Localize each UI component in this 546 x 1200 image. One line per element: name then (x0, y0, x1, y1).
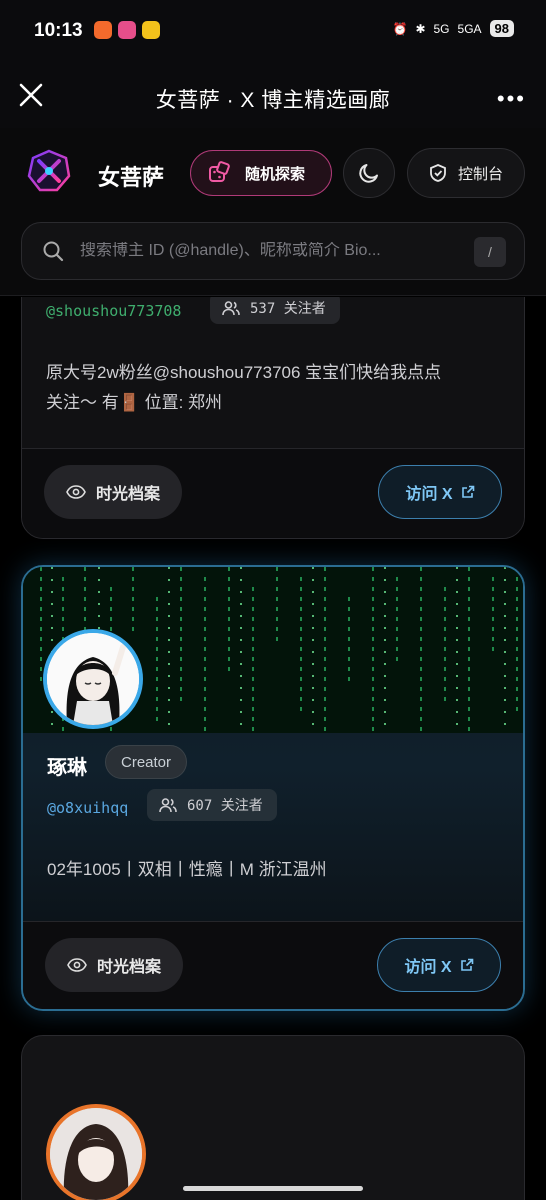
creator-handle[interactable]: @shoushou773708 (46, 302, 181, 320)
archive-button[interactable]: 时光档案 (44, 465, 182, 519)
archive-label: 时光档案 (97, 959, 162, 976)
followers-count: 537 关注者 (250, 301, 326, 317)
signal-icon: 5GA (457, 21, 482, 36)
followers-count: 607 关注者 (187, 798, 263, 814)
status-bar: 10:13 ⏰ ✱ 5G 5GA 98 (0, 0, 546, 64)
avatar-illustration (50, 1108, 142, 1200)
users-icon (159, 798, 177, 813)
app-notification-icon (142, 21, 160, 39)
console-button[interactable]: 控制台 (407, 148, 525, 198)
search-input[interactable] (80, 242, 420, 260)
creator-name: 琢琳 (47, 757, 87, 779)
creator-bio: 02年1005丨双相丨性瘾丨M 浙江温州 (47, 860, 327, 879)
card-footer: 时光档案 访问 X (22, 448, 524, 538)
page-title: 女菩萨 · X 博主精选画廊 (155, 89, 391, 112)
more-options-icon[interactable]: ••• (497, 86, 526, 112)
search-shortcut-hint: / (474, 237, 506, 267)
creator-handle[interactable]: @o8xuihqq (47, 799, 128, 817)
visit-x-button[interactable]: 访问 X (378, 465, 502, 519)
creator-card (21, 1035, 525, 1200)
home-indicator[interactable] (183, 1186, 363, 1191)
random-explore-label: 随机探索 (245, 165, 306, 183)
status-indicators: ⏰ ✱ 5G 5GA 98 (392, 20, 514, 37)
users-icon (222, 301, 240, 316)
eye-icon (67, 958, 87, 972)
visit-x-button[interactable]: 访问 X (377, 938, 501, 992)
creator-card: @shoushou773708 537 关注者 原大号2w粉丝@shoushou… (21, 297, 525, 539)
external-link-icon (461, 485, 474, 498)
creator-list[interactable]: @shoushou773708 537 关注者 原大号2w粉丝@shoushou… (0, 297, 546, 1200)
app-notification-icon (94, 21, 112, 39)
visit-label: 访问 X (404, 959, 452, 976)
bluetooth-icon: ✱ (415, 21, 426, 36)
bio-line: 原大号2w粉丝@shoushou773706 宝宝们快给我点点 (46, 363, 442, 382)
role-badge: Creator (105, 745, 188, 779)
archive-button[interactable]: 时光档案 (45, 938, 183, 992)
signal-icon: 5G (433, 21, 450, 36)
webview-title-bar: 女菩萨 · X 博主精选画廊 ••• (0, 64, 546, 128)
console-label: 控制台 (458, 165, 504, 183)
search-bar[interactable]: / (21, 222, 525, 280)
card-footer: 时光档案 访问 X (23, 921, 523, 1009)
app-header: 女菩萨 随机探索 控制台 / (0, 128, 546, 296)
brand-name: 女菩萨 (98, 165, 165, 190)
avatar[interactable] (43, 629, 143, 729)
random-explore-button[interactable]: 随机探索 (190, 150, 332, 196)
external-link-icon (460, 958, 473, 971)
app-notification-icon (118, 21, 136, 39)
followers-badge: 537 关注者 (210, 297, 340, 324)
moon-icon (359, 164, 378, 183)
theme-toggle-button[interactable] (343, 148, 395, 198)
battery-indicator: 98 (489, 20, 514, 37)
shield-icon (430, 164, 446, 182)
avatar[interactable] (46, 1104, 146, 1200)
archive-label: 时光档案 (96, 486, 161, 503)
alarm-icon: ⏰ (392, 21, 408, 36)
avatar-illustration (47, 633, 139, 725)
visit-label: 访问 X (405, 486, 453, 503)
eye-icon (66, 485, 86, 499)
dice-icon (209, 161, 230, 182)
search-icon (43, 241, 64, 262)
creator-bio: 原大号2w粉丝@shoushou773706 宝宝们快给我点点 关注～ 有🚪 位… (46, 358, 441, 418)
status-time: 10:13 (34, 20, 83, 41)
followers-badge: 607 关注者 (147, 789, 277, 821)
creator-card: 琢琳 Creator @o8xuihqq 607 关注者 02年1005丨双相丨… (21, 565, 525, 1011)
logo-icon[interactable] (26, 148, 72, 194)
bio-line: 关注～ 有🚪 位置: 郑州 (46, 393, 223, 412)
